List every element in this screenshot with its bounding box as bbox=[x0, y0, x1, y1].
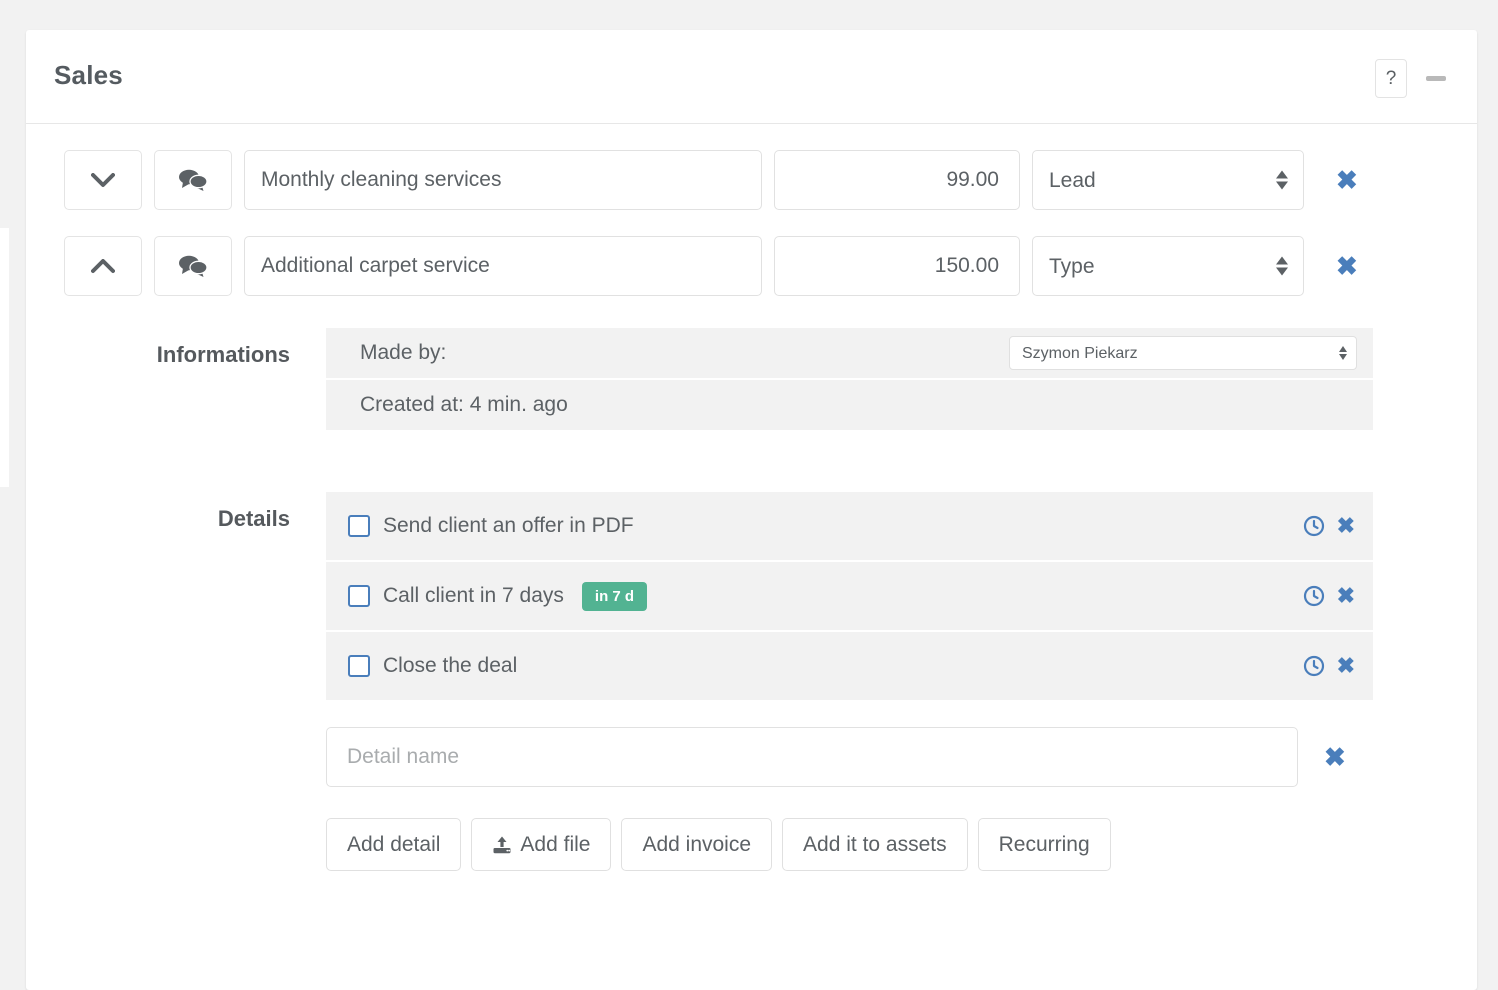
left-panel-edge bbox=[0, 228, 9, 487]
sales-card: Sales ? bbox=[26, 30, 1477, 990]
item-name-input-2[interactable] bbox=[244, 236, 762, 296]
item-type-select-wrap-1: Lead bbox=[1032, 150, 1304, 210]
clock-icon[interactable] bbox=[1303, 585, 1325, 607]
detail-checkbox-2[interactable] bbox=[348, 585, 370, 607]
item-row: Type ✖ bbox=[26, 236, 1477, 296]
add-file-button[interactable]: Add file bbox=[471, 818, 611, 871]
upload-icon bbox=[492, 835, 512, 855]
detail-text-3: Close the deal bbox=[383, 654, 517, 678]
help-button[interactable]: ? bbox=[1375, 59, 1407, 98]
add-detail-label: Add detail bbox=[347, 833, 440, 857]
item-row: Lead ✖ bbox=[26, 150, 1477, 210]
details-section: Details Send client an offer in PDF ✖ bbox=[26, 492, 1477, 871]
collapse-toggle-button-2[interactable] bbox=[64, 236, 142, 296]
informations-content: Made by: Szymon Piekarz Created at: 4 mi… bbox=[326, 328, 1477, 430]
add-invoice-label: Add invoice bbox=[642, 833, 751, 857]
clock-icon[interactable] bbox=[1303, 655, 1325, 677]
add-to-assets-label: Add it to assets bbox=[803, 833, 947, 857]
detail-checkbox-3[interactable] bbox=[348, 655, 370, 677]
add-to-assets-button[interactable]: Add it to assets bbox=[782, 818, 968, 871]
made-by-select-wrap: Szymon Piekarz bbox=[1009, 336, 1357, 370]
remove-detail-button-2[interactable]: ✖ bbox=[1337, 585, 1355, 607]
recurring-label: Recurring bbox=[999, 833, 1090, 857]
detail-row-actions-2: ✖ bbox=[1303, 585, 1355, 607]
detail-actions-toolbar: Add detail Add file Add invoice bbox=[326, 818, 1373, 871]
created-at-row: Created at: 4 min. ago bbox=[326, 380, 1373, 430]
remove-item-button-2[interactable]: ✖ bbox=[1336, 253, 1358, 279]
item-type-select-1[interactable]: Lead bbox=[1032, 150, 1304, 210]
details-content: Send client an offer in PDF ✖ Call clien… bbox=[326, 492, 1477, 871]
created-at-text: Created at: 4 min. ago bbox=[360, 393, 568, 417]
minimize-icon bbox=[1426, 76, 1446, 81]
item-amount-input-2[interactable] bbox=[774, 236, 1020, 296]
detail-checkbox-1[interactable] bbox=[348, 515, 370, 537]
add-file-label: Add file bbox=[520, 833, 590, 857]
made-by-select[interactable]: Szymon Piekarz bbox=[1009, 336, 1357, 370]
comments-button-1[interactable] bbox=[154, 150, 232, 210]
page-title: Sales bbox=[54, 60, 123, 91]
new-detail-row: ✖ bbox=[326, 727, 1373, 787]
remove-new-detail-button[interactable]: ✖ bbox=[1324, 744, 1346, 770]
made-by-label: Made by: bbox=[360, 341, 446, 365]
comments-button-2[interactable] bbox=[154, 236, 232, 296]
item-name-input-1[interactable] bbox=[244, 150, 762, 210]
collapse-toggle-button-1[interactable] bbox=[64, 150, 142, 210]
item-type-select-wrap-2: Type bbox=[1032, 236, 1304, 296]
detail-row: Send client an offer in PDF ✖ bbox=[326, 492, 1373, 560]
header-tools: ? bbox=[1375, 59, 1451, 98]
new-detail-name-input[interactable] bbox=[326, 727, 1298, 787]
card-header: Sales ? bbox=[26, 30, 1477, 124]
made-by-row: Made by: Szymon Piekarz bbox=[326, 328, 1373, 378]
remove-detail-button-1[interactable]: ✖ bbox=[1337, 515, 1355, 537]
add-detail-button[interactable]: Add detail bbox=[326, 818, 461, 871]
card-body: Lead ✖ bbox=[26, 150, 1477, 871]
comments-icon bbox=[178, 168, 208, 192]
item-type-select-2[interactable]: Type bbox=[1032, 236, 1304, 296]
chevron-up-icon bbox=[91, 259, 115, 274]
minimize-button[interactable] bbox=[1421, 64, 1451, 94]
informations-label: Informations bbox=[26, 328, 326, 430]
detail-row: Call client in 7 days in 7 d ✖ bbox=[326, 562, 1373, 630]
add-invoice-button[interactable]: Add invoice bbox=[621, 818, 772, 871]
remove-item-button-1[interactable]: ✖ bbox=[1336, 167, 1358, 193]
detail-text-1: Send client an offer in PDF bbox=[383, 514, 634, 538]
recurring-button[interactable]: Recurring bbox=[978, 818, 1111, 871]
clock-icon[interactable] bbox=[1303, 515, 1325, 537]
detail-row: Close the deal ✖ bbox=[326, 632, 1373, 700]
detail-row-actions-1: ✖ bbox=[1303, 515, 1355, 537]
details-label: Details bbox=[26, 492, 326, 871]
detail-row-actions-3: ✖ bbox=[1303, 655, 1355, 677]
remove-detail-button-3[interactable]: ✖ bbox=[1337, 655, 1355, 677]
detail-due-badge: in 7 d bbox=[582, 582, 647, 611]
informations-section: Informations Made by: Szymon Piekarz Cre… bbox=[26, 328, 1477, 430]
comments-icon bbox=[178, 254, 208, 278]
detail-text-2: Call client in 7 days bbox=[383, 584, 564, 608]
item-amount-input-1[interactable] bbox=[774, 150, 1020, 210]
chevron-down-icon bbox=[91, 173, 115, 188]
